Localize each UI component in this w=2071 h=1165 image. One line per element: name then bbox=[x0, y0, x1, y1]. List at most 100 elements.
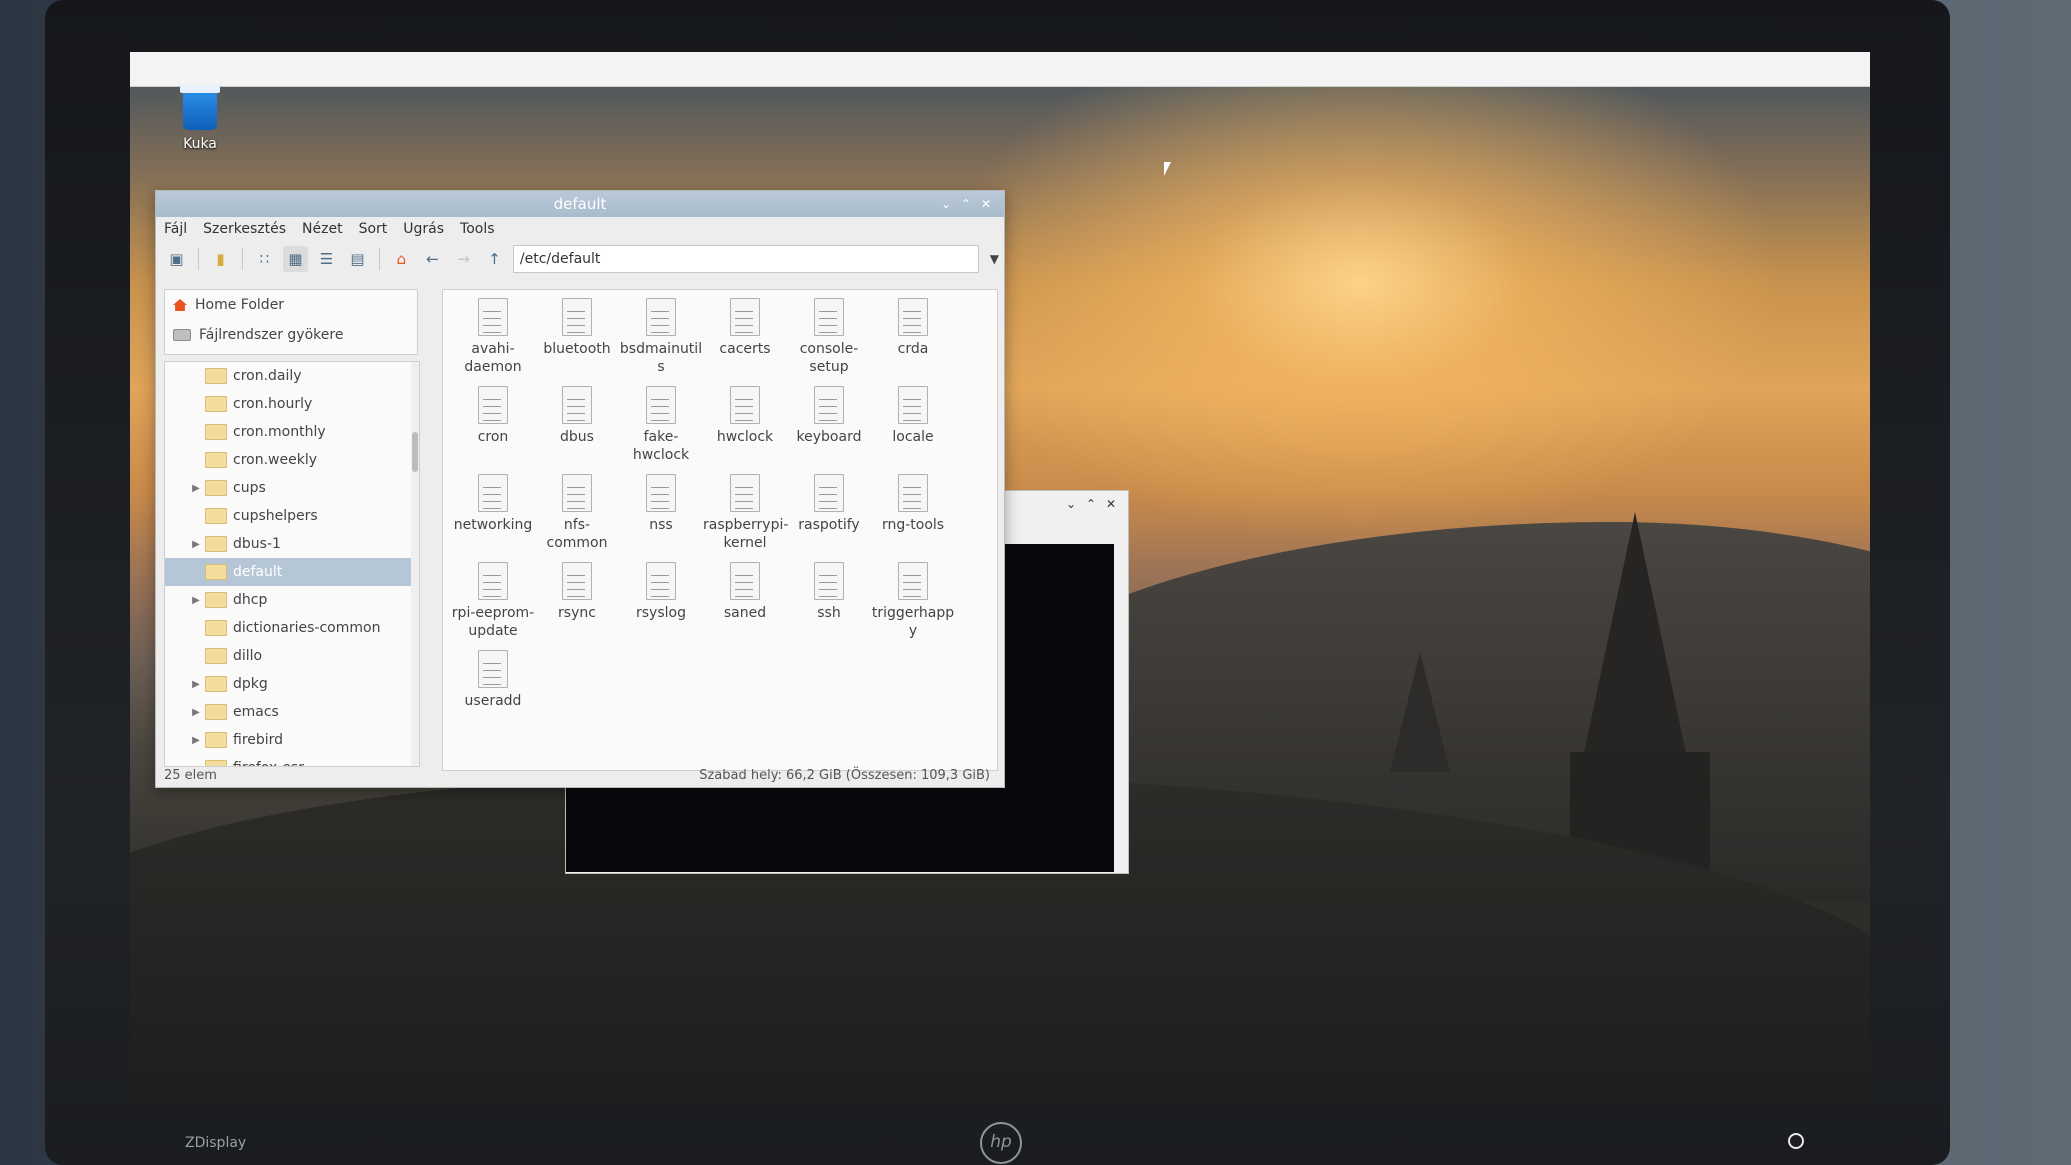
file-label: crda bbox=[897, 341, 929, 357]
forward-arrow-icon[interactable]: → bbox=[451, 246, 476, 272]
tree-item[interactable]: ▶ dhcp bbox=[165, 586, 419, 614]
new-folder-icon[interactable]: ▮ bbox=[208, 246, 233, 272]
detailed-list-view-icon[interactable]: ▤ bbox=[345, 246, 370, 272]
back-arrow-icon[interactable]: ← bbox=[420, 246, 445, 272]
tree-item[interactable]: cron.monthly bbox=[165, 418, 419, 446]
home-icon[interactable]: ⌂ bbox=[389, 246, 414, 272]
toolbar-separator bbox=[198, 248, 199, 270]
document-icon bbox=[562, 474, 592, 512]
zdisplay-brand: ZDisplay bbox=[185, 1135, 247, 1151]
folder-icon bbox=[205, 368, 227, 384]
close-icon[interactable]: ✕ bbox=[978, 196, 994, 212]
window-title: default bbox=[553, 195, 607, 213]
minimize-icon[interactable]: ⌄ bbox=[1064, 497, 1078, 511]
file-item[interactable]: hwclock bbox=[703, 382, 787, 470]
file-item[interactable]: bsdmainutil s bbox=[619, 294, 703, 382]
minimize-icon[interactable]: ⌄ bbox=[938, 196, 954, 212]
path-input[interactable]: /etc/default bbox=[512, 245, 979, 273]
menu-go[interactable]: Ugrás bbox=[403, 221, 444, 237]
place-filesystem-root[interactable]: Fájlrendszer gyökere bbox=[165, 320, 417, 350]
place-home-folder[interactable]: Home Folder bbox=[165, 290, 417, 320]
file-item[interactable]: cacerts bbox=[703, 294, 787, 382]
tree-item-selected[interactable]: default bbox=[165, 558, 419, 586]
expand-arrow-icon[interactable]: ▶ bbox=[187, 707, 205, 718]
tree-item[interactable]: cron.weekly bbox=[165, 446, 419, 474]
document-icon bbox=[730, 562, 760, 600]
menu-view[interactable]: Nézet bbox=[302, 221, 343, 237]
document-icon bbox=[898, 474, 928, 512]
file-item[interactable]: raspberrypi- kernel bbox=[703, 470, 788, 558]
file-item[interactable]: crda bbox=[871, 294, 955, 382]
file-item[interactable]: rng-tools bbox=[871, 470, 955, 558]
background-temple-spire bbox=[1580, 512, 1690, 772]
file-item[interactable]: saned bbox=[703, 558, 787, 646]
expand-arrow-icon[interactable]: ▶ bbox=[187, 679, 205, 690]
file-item[interactable]: useradd bbox=[451, 646, 535, 734]
menu-sort[interactable]: Sort bbox=[359, 221, 388, 237]
folder-icon bbox=[205, 536, 227, 552]
file-item[interactable]: rsync bbox=[535, 558, 619, 646]
file-item[interactable]: raspotify bbox=[787, 470, 871, 558]
maximize-icon[interactable]: ⌃ bbox=[958, 196, 974, 212]
tree-item[interactable]: ▶ firebird bbox=[165, 726, 419, 754]
maximize-icon[interactable]: ⌃ bbox=[1084, 497, 1098, 511]
tree-item-label: emacs bbox=[233, 704, 279, 720]
folder-icon bbox=[205, 480, 227, 496]
file-label: saned bbox=[723, 605, 767, 621]
icon-view-icon[interactable]: ∷ bbox=[252, 246, 277, 272]
file-manager-window[interactable]: default ⌄ ⌃ ✕ Fájl Szerkesztés Nézet Sor… bbox=[155, 190, 1005, 788]
close-icon[interactable]: ✕ bbox=[1104, 497, 1118, 511]
new-window-icon[interactable]: ▣ bbox=[164, 246, 189, 272]
file-item[interactable]: networking bbox=[451, 470, 535, 558]
menu-file[interactable]: Fájl bbox=[164, 221, 187, 237]
file-item[interactable]: nfs- common bbox=[535, 470, 619, 558]
sidebar: Home Folder Fájlrendszer gyökere cron.da… bbox=[164, 289, 420, 767]
expand-arrow-icon[interactable]: ▶ bbox=[187, 595, 205, 606]
tree-item-label: cron.daily bbox=[233, 368, 302, 384]
file-item[interactable]: triggerhapp y bbox=[871, 558, 955, 646]
tree-item-label: cups bbox=[233, 480, 266, 496]
thumbnail-view-icon[interactable]: ▦ bbox=[282, 246, 308, 272]
folder-icon bbox=[205, 508, 227, 524]
tree-item[interactable]: ▶ emacs bbox=[165, 698, 419, 726]
file-item[interactable]: fake- hwclock bbox=[619, 382, 703, 470]
tree-item[interactable]: ▶ dpkg bbox=[165, 670, 419, 698]
tree-item[interactable]: cron.hourly bbox=[165, 390, 419, 418]
menu-edit[interactable]: Szerkesztés bbox=[203, 221, 286, 237]
tree-item[interactable]: ▶ cups bbox=[165, 474, 419, 502]
file-item[interactable]: keyboard bbox=[787, 382, 871, 470]
tree-item[interactable]: dillo bbox=[165, 642, 419, 670]
file-item[interactable]: nss bbox=[619, 470, 703, 558]
toolbar-separator bbox=[378, 248, 380, 270]
file-item[interactable]: console- setup bbox=[787, 294, 871, 382]
expand-arrow-icon[interactable]: ▶ bbox=[187, 483, 205, 494]
file-item[interactable]: ssh bbox=[787, 558, 871, 646]
tree-scrollbar[interactable] bbox=[411, 362, 419, 766]
file-item[interactable]: cron bbox=[451, 382, 535, 470]
file-label: bluetooth bbox=[543, 341, 611, 357]
compact-view-icon[interactable]: ☰ bbox=[314, 246, 339, 272]
tree-item[interactable]: cron.daily bbox=[165, 362, 419, 390]
tree-item[interactable]: ▶ dbus-1 bbox=[165, 530, 419, 558]
document-icon bbox=[730, 474, 760, 512]
chevron-down-icon[interactable]: ▼ bbox=[985, 252, 1004, 266]
file-item[interactable]: locale bbox=[871, 382, 955, 470]
file-item[interactable]: bluetooth bbox=[535, 294, 619, 382]
tree-item-label: cron.hourly bbox=[233, 396, 313, 412]
power-icon[interactable] bbox=[1788, 1133, 1804, 1149]
scrollbar-thumb[interactable] bbox=[412, 432, 418, 472]
trash-desktop-icon[interactable]: Kuka bbox=[170, 86, 230, 152]
menu-tools[interactable]: Tools bbox=[460, 221, 495, 237]
document-icon bbox=[478, 650, 508, 688]
file-item[interactable]: avahi- daemon bbox=[451, 294, 535, 382]
tree-item[interactable]: dictionaries-common bbox=[165, 614, 419, 642]
tree-item[interactable]: cupshelpers bbox=[165, 502, 419, 530]
up-arrow-icon[interactable]: ↑ bbox=[482, 246, 507, 272]
file-item[interactable]: rsyslog bbox=[619, 558, 703, 646]
file-item[interactable]: dbus bbox=[535, 382, 619, 470]
place-label: Home Folder bbox=[195, 297, 285, 313]
file-item[interactable]: rpi-eeprom- update bbox=[451, 558, 535, 646]
expand-arrow-icon[interactable]: ▶ bbox=[187, 539, 205, 550]
expand-arrow-icon[interactable]: ▶ bbox=[187, 735, 205, 746]
window-titlebar[interactable]: default ⌄ ⌃ ✕ bbox=[156, 191, 1004, 217]
